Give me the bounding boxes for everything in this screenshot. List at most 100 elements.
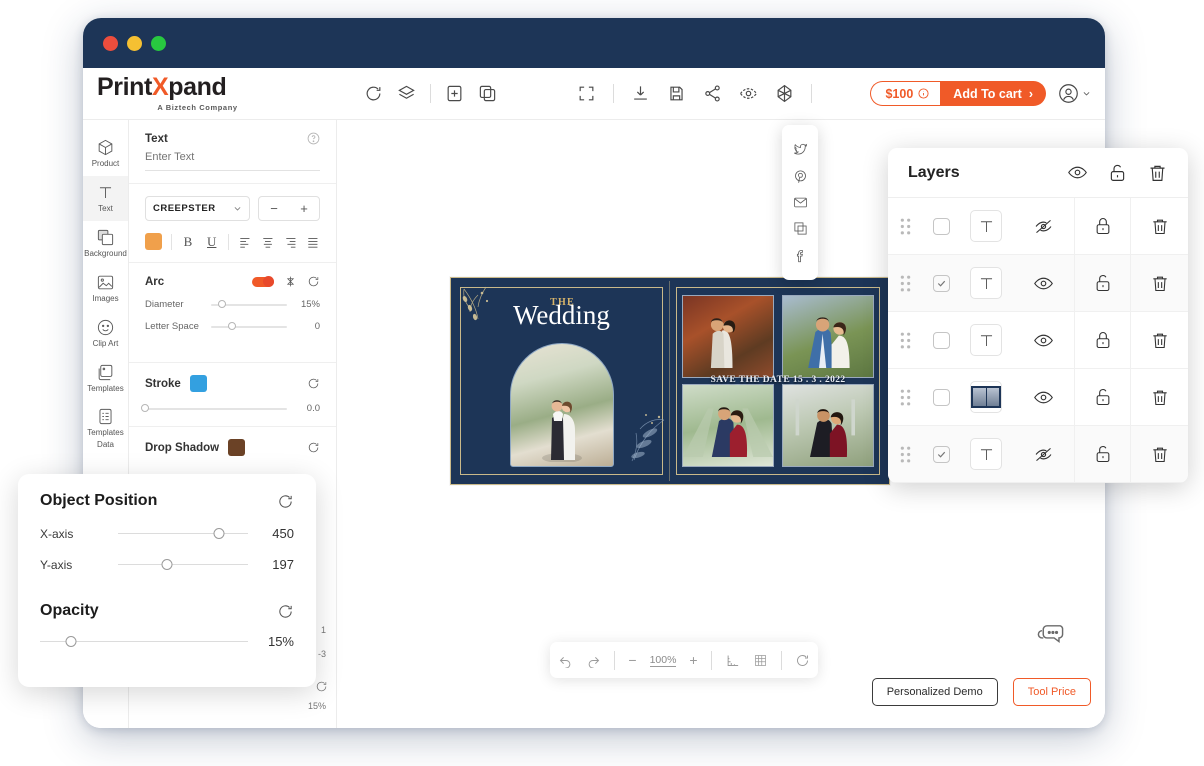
layer-visibility-toggle[interactable] <box>1012 444 1074 465</box>
layer-checkbox[interactable] <box>932 388 950 406</box>
photo-cell[interactable] <box>682 295 774 378</box>
layer-visibility-toggle[interactable] <box>1012 273 1074 294</box>
align-center-icon[interactable] <box>261 235 275 249</box>
x-axis-slider[interactable] <box>118 527 248 539</box>
redo-icon[interactable] <box>586 653 601 668</box>
arch-photo[interactable] <box>509 343 614 467</box>
align-right-icon[interactable] <box>284 235 298 249</box>
font-family-select[interactable]: CREEPSTER <box>145 196 250 221</box>
layer-row[interactable] <box>888 255 1188 312</box>
reset-icon[interactable] <box>795 653 810 668</box>
layer-row[interactable] <box>888 369 1188 426</box>
layer-thumbnail[interactable] <box>970 210 1002 242</box>
layer-checkbox[interactable] <box>932 331 950 349</box>
reset-icon[interactable] <box>307 275 320 288</box>
chat-bubble-icon[interactable] <box>1036 621 1065 650</box>
layers-icon[interactable] <box>397 84 416 103</box>
info-icon[interactable] <box>918 88 929 99</box>
layer-drag-handle[interactable] <box>888 274 922 293</box>
photo-cell[interactable] <box>782 384 874 467</box>
layer-delete-button[interactable] <box>1130 312 1188 368</box>
sidebar-item-text[interactable]: Text <box>83 176 128 221</box>
window-close-button[interactable] <box>103 35 118 51</box>
grid-icon[interactable] <box>753 653 768 668</box>
zoom-in-button[interactable]: + <box>689 652 697 668</box>
layer-row[interactable] <box>888 312 1188 369</box>
sidebar-item-background[interactable]: Background <box>83 221 128 266</box>
flip-icon[interactable] <box>284 275 297 288</box>
layer-row[interactable] <box>888 198 1188 255</box>
sidebar-item-templates[interactable]: Templates <box>83 356 128 401</box>
layer-lock-toggle[interactable] <box>1074 369 1130 425</box>
layer-lock-toggle[interactable] <box>1074 198 1130 254</box>
arc-toggle[interactable] <box>252 275 274 287</box>
ruler-icon[interactable] <box>725 653 740 668</box>
font-size-increase-button[interactable]: + <box>289 201 319 216</box>
wedding-title-text[interactable]: Wedding <box>513 300 610 331</box>
reset-icon[interactable] <box>307 377 320 390</box>
account-menu[interactable] <box>1058 83 1091 104</box>
text-color-swatch[interactable] <box>145 233 162 250</box>
layer-visibility-toggle[interactable] <box>1012 216 1074 237</box>
arc-diameter-slider[interactable] <box>211 300 287 308</box>
eye-icon[interactable] <box>1067 162 1088 183</box>
layer-checkbox[interactable] <box>932 445 950 463</box>
bold-button[interactable]: B <box>181 234 196 250</box>
layer-row[interactable] <box>888 426 1188 483</box>
logo[interactable]: PrintXpand A Biztech Company <box>83 75 298 113</box>
save-the-date-text[interactable]: SAVE THE DATE 15 . 3 . 2022 <box>670 375 886 385</box>
share-icon[interactable] <box>703 84 722 103</box>
three-d-icon[interactable] <box>775 84 794 103</box>
design-canvas[interactable]: THE Wedding SAVE THE DATE 15 . 3 . 2022 <box>450 277 890 485</box>
sidebar-item-images[interactable]: Images <box>83 266 128 311</box>
sidebar-item-templates-data[interactable]: Templates Data <box>83 401 128 455</box>
opacity-slider[interactable] <box>40 635 248 647</box>
sidebar-item-product[interactable]: Product <box>83 131 128 177</box>
layer-thumbnail[interactable] <box>970 267 1002 299</box>
trash-icon[interactable] <box>1147 162 1168 183</box>
layer-lock-toggle[interactable] <box>1074 312 1130 368</box>
zoom-level-value[interactable]: 100% <box>649 654 677 667</box>
question-icon[interactable] <box>307 132 320 145</box>
reset-icon[interactable] <box>315 680 328 693</box>
underline-button[interactable]: U <box>204 234 219 250</box>
reset-icon[interactable] <box>277 603 294 620</box>
layer-thumbnail[interactable] <box>970 438 1002 470</box>
layer-delete-button[interactable] <box>1130 198 1188 254</box>
copy-icon[interactable] <box>793 221 808 236</box>
align-left-icon[interactable] <box>238 235 252 249</box>
layer-drag-handle[interactable] <box>888 445 922 464</box>
facebook-icon[interactable] <box>793 248 808 263</box>
fullscreen-icon[interactable] <box>577 84 596 103</box>
arc-letterspace-slider[interactable] <box>211 322 287 330</box>
personalized-demo-button[interactable]: Personalized Demo <box>871 678 998 706</box>
twitter-icon[interactable] <box>793 142 808 157</box>
save-icon[interactable] <box>667 84 686 103</box>
y-axis-slider[interactable] <box>118 558 248 570</box>
layer-drag-handle[interactable] <box>888 388 922 407</box>
layer-delete-button[interactable] <box>1130 255 1188 311</box>
layer-thumbnail[interactable] <box>970 324 1002 356</box>
layer-lock-toggle[interactable] <box>1074 426 1130 482</box>
stroke-slider[interactable] <box>141 404 287 412</box>
unlock-icon[interactable] <box>1107 162 1128 183</box>
price-display[interactable]: $100 <box>870 81 941 106</box>
layer-drag-handle[interactable] <box>888 217 922 236</box>
layer-visibility-toggle[interactable] <box>1012 330 1074 351</box>
photo-cell[interactable] <box>782 295 874 378</box>
add-page-icon[interactable] <box>445 84 464 103</box>
photo-cell[interactable] <box>682 384 774 467</box>
layer-drag-handle[interactable] <box>888 331 922 350</box>
tool-price-button[interactable]: Tool Price <box>1012 678 1091 706</box>
email-icon[interactable] <box>793 195 808 210</box>
refresh-icon[interactable] <box>364 84 383 103</box>
reset-icon[interactable] <box>277 493 294 510</box>
drop-shadow-color-swatch[interactable] <box>228 439 246 456</box>
design-page-left[interactable]: THE Wedding <box>454 281 670 481</box>
download-icon[interactable] <box>631 84 650 103</box>
undo-icon[interactable] <box>558 653 573 668</box>
duplicate-icon[interactable] <box>478 84 497 103</box>
layer-lock-toggle[interactable] <box>1074 255 1130 311</box>
zoom-out-button[interactable]: − <box>628 652 636 668</box>
layer-delete-button[interactable] <box>1130 369 1188 425</box>
